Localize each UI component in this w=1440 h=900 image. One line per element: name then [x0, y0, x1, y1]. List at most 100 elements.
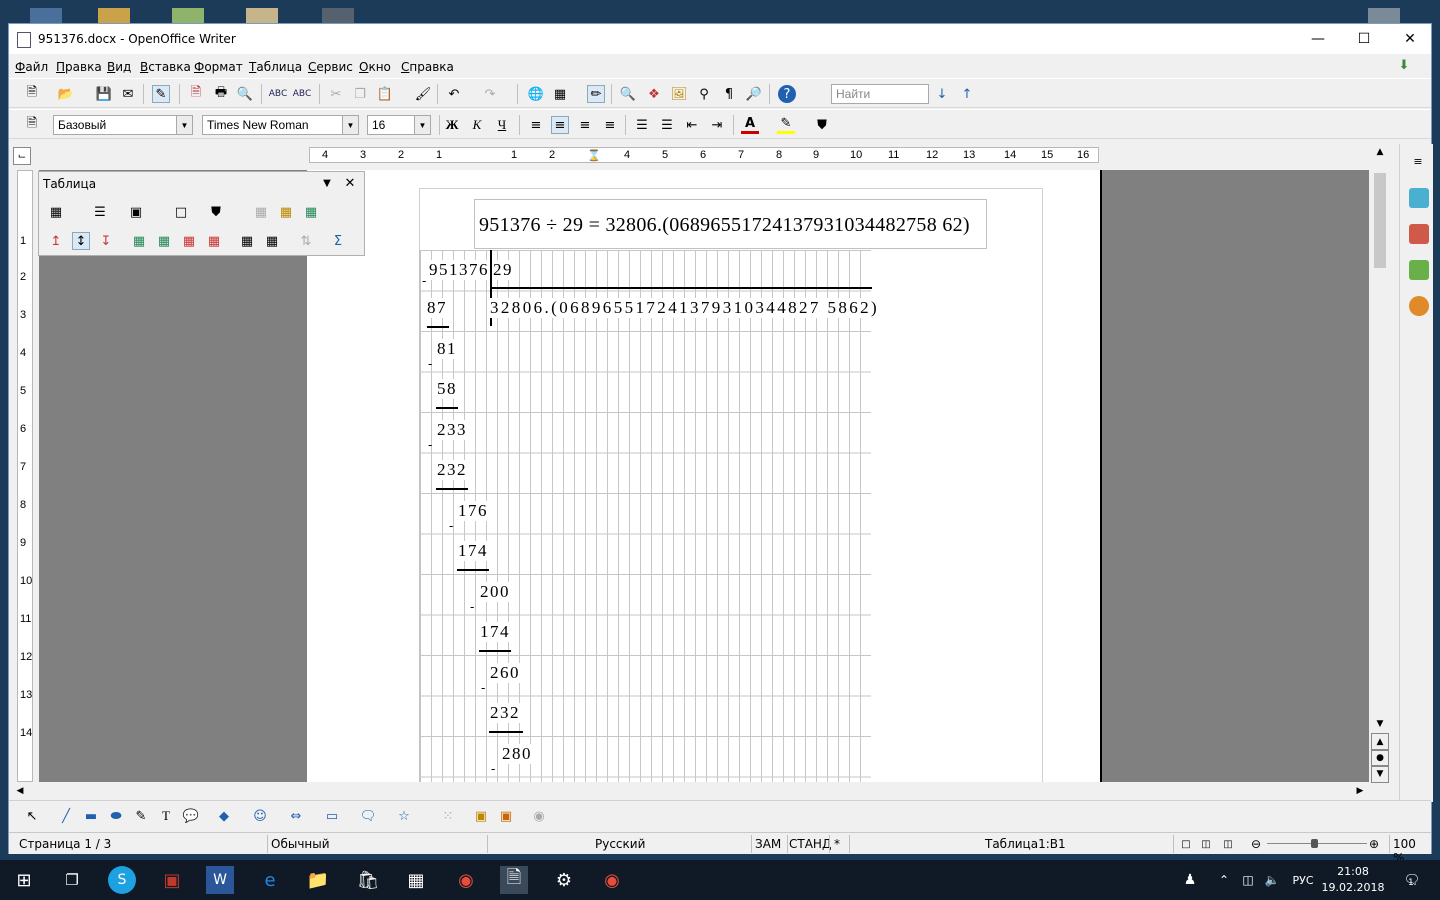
- menu-format[interactable]: Формат: [194, 60, 243, 74]
- sidebar-menu-icon[interactable]: ≡: [1409, 152, 1427, 170]
- print-icon[interactable]: 🖶: [212, 85, 230, 103]
- text-icon[interactable]: T: [157, 807, 175, 825]
- find-next-icon[interactable]: ↓: [933, 85, 951, 103]
- task-view-icon[interactable]: ❐: [58, 866, 86, 894]
- maximize-button[interactable]: ☐: [1341, 24, 1387, 54]
- undo-icon[interactable]: ↶: [445, 85, 463, 103]
- desktop-icon[interactable]: [1368, 8, 1400, 24]
- delete-column-icon[interactable]: ▦: [205, 232, 223, 250]
- download-update-icon[interactable]: ⬇: [1395, 56, 1413, 74]
- open-icon[interactable]: 📂: [57, 85, 75, 103]
- document-area[interactable]: 951376 ÷ 29 = 32806.(0689655172413793103…: [39, 170, 1369, 782]
- autoformat-icon[interactable]: ▦: [302, 203, 320, 221]
- formatting-marks-icon[interactable]: ¶: [720, 85, 738, 103]
- email-icon[interactable]: ✉: [119, 85, 137, 103]
- table-properties-icon[interactable]: ▦: [263, 232, 281, 250]
- cut-icon[interactable]: ✂: [327, 85, 345, 103]
- styles-icon[interactable]: 🗎: [23, 116, 41, 134]
- data-sources-icon[interactable]: ⚲: [695, 85, 713, 103]
- store-icon[interactable]: 🛍: [354, 866, 382, 894]
- close-button[interactable]: ✕: [1387, 24, 1433, 54]
- copy-icon[interactable]: ❐: [351, 85, 369, 103]
- bold-icon[interactable]: Ж: [443, 116, 461, 134]
- spellcheck-icon[interactable]: ABC: [269, 85, 287, 103]
- menu-help[interactable]: Справка: [401, 60, 454, 74]
- scroll-down-icon[interactable]: ▼: [1371, 715, 1389, 733]
- calculator-icon[interactable]: ▦: [402, 866, 430, 894]
- single-page-view-icon[interactable]: □: [1177, 835, 1195, 853]
- menu-edit[interactable]: Правка: [56, 60, 102, 74]
- align-top-icon[interactable]: ↥: [47, 232, 65, 250]
- chrome-icon[interactable]: ◉: [598, 866, 626, 894]
- merge-cells-icon[interactable]: ▦: [252, 203, 270, 221]
- background-color-icon[interactable]: ⛊: [207, 203, 225, 221]
- multi-page-view-icon[interactable]: ◫: [1197, 835, 1215, 853]
- new-document-icon[interactable]: 🗎: [23, 85, 41, 103]
- flowchart-icon[interactable]: ▭: [323, 807, 341, 825]
- sum-icon[interactable]: Σ: [329, 232, 347, 250]
- autospellcheck-icon[interactable]: ABC: [293, 85, 311, 103]
- settings-icon[interactable]: ⚙: [550, 866, 578, 894]
- ellipse-icon[interactable]: ⬬: [107, 807, 125, 825]
- justify-icon[interactable]: ≡: [601, 116, 619, 134]
- basic-shapes-icon[interactable]: ◆: [215, 807, 233, 825]
- skype-icon[interactable]: S: [108, 866, 136, 894]
- indent-marker[interactable]: ⌛: [587, 149, 601, 162]
- find-replace-icon[interactable]: 🔍: [619, 85, 637, 103]
- delete-row-icon[interactable]: ▦: [180, 232, 198, 250]
- vertical-scrollbar[interactable]: ▲ ▼ ▲ ● ▼: [1371, 143, 1389, 783]
- clone-formatting-icon[interactable]: 🖌: [414, 85, 432, 103]
- styles-icon[interactable]: [1409, 224, 1429, 244]
- show-draw-functions-icon[interactable]: ✏: [587, 85, 605, 103]
- close-icon[interactable]: ✕: [341, 174, 359, 192]
- table-toolbar-panel[interactable]: Таблица ▼ ✕ ▦ ☰ ▣ □ ⛊ ▦ ▦ ▦ ↥ ↕ ↧ ▦ ▦ ▦ …: [38, 171, 365, 256]
- insert-column-icon[interactable]: ▦: [155, 232, 173, 250]
- zoom-in-icon[interactable]: ⊕: [1365, 835, 1383, 853]
- volume-icon[interactable]: 🔈: [1258, 866, 1286, 894]
- paste-icon[interactable]: 📋: [376, 85, 394, 103]
- select-icon[interactable]: ↖: [23, 807, 41, 825]
- navigator-icon[interactable]: [1409, 296, 1429, 316]
- font-color-icon[interactable]: A: [741, 116, 759, 134]
- print-preview-icon[interactable]: 🔍: [236, 85, 254, 103]
- book-view-icon[interactable]: ◫: [1219, 835, 1237, 853]
- people-icon[interactable]: ♟: [1176, 866, 1204, 894]
- scroll-left-icon[interactable]: ◀: [11, 782, 29, 800]
- font-name-select[interactable]: Times New Roman ▼: [202, 115, 359, 135]
- block-arrows-icon[interactable]: ⇔: [287, 807, 305, 825]
- document-modified[interactable]: *: [834, 837, 840, 851]
- line-icon[interactable]: ╱: [57, 807, 75, 825]
- from-file-icon[interactable]: ▣: [497, 807, 515, 825]
- formula-table-row[interactable]: 951376 ÷ 29 = 32806.(0689655172413793103…: [474, 199, 987, 249]
- properties-icon[interactable]: [1409, 188, 1429, 208]
- find-input[interactable]: Найти: [831, 84, 929, 104]
- chrome-icon[interactable]: ◉: [452, 866, 480, 894]
- decrease-indent-icon[interactable]: ⇤: [683, 116, 701, 134]
- horizontal-scrollbar[interactable]: ◀ ▶: [9, 782, 1371, 800]
- edit-mode-icon[interactable]: ✎: [152, 85, 170, 103]
- page-style[interactable]: Обычный: [271, 837, 330, 851]
- save-icon[interactable]: 💾: [95, 85, 113, 103]
- scroll-right-icon[interactable]: ▶: [1351, 782, 1369, 800]
- align-left-icon[interactable]: ≡: [527, 116, 545, 134]
- gallery-icon[interactable]: 🖼: [670, 85, 688, 103]
- select-table-icon[interactable]: ▦: [238, 232, 256, 250]
- scroll-thumb[interactable]: [1374, 173, 1386, 268]
- table-icon[interactable]: ▦: [47, 203, 65, 221]
- hyperlink-icon[interactable]: 🌐: [527, 85, 545, 103]
- redo-icon[interactable]: ↷: [481, 85, 499, 103]
- points-icon[interactable]: ⁙: [439, 807, 457, 825]
- font-size-select[interactable]: 16 ▼: [367, 115, 431, 135]
- italic-icon[interactable]: К: [468, 116, 486, 134]
- align-bottom-icon[interactable]: ↧: [97, 232, 115, 250]
- zoom-out-icon[interactable]: ⊖: [1247, 835, 1265, 853]
- zoom-slider-thumb[interactable]: [1311, 839, 1318, 848]
- menu-file[interactable]: Файл: [15, 60, 48, 74]
- file-explorer-icon[interactable]: 📁: [304, 866, 332, 894]
- underline-icon[interactable]: Ч: [493, 116, 511, 134]
- tab-stop-icon[interactable]: ⌙: [13, 147, 31, 165]
- desktop-icon[interactable]: [98, 8, 130, 24]
- clock[interactable]: 21:08 19.02.2018: [1318, 864, 1388, 896]
- numbering-icon[interactable]: ☰: [633, 116, 651, 134]
- vertical-ruler[interactable]: 1 2 3 4 5 6 7 8 9 10 11 12 13 14: [17, 170, 33, 782]
